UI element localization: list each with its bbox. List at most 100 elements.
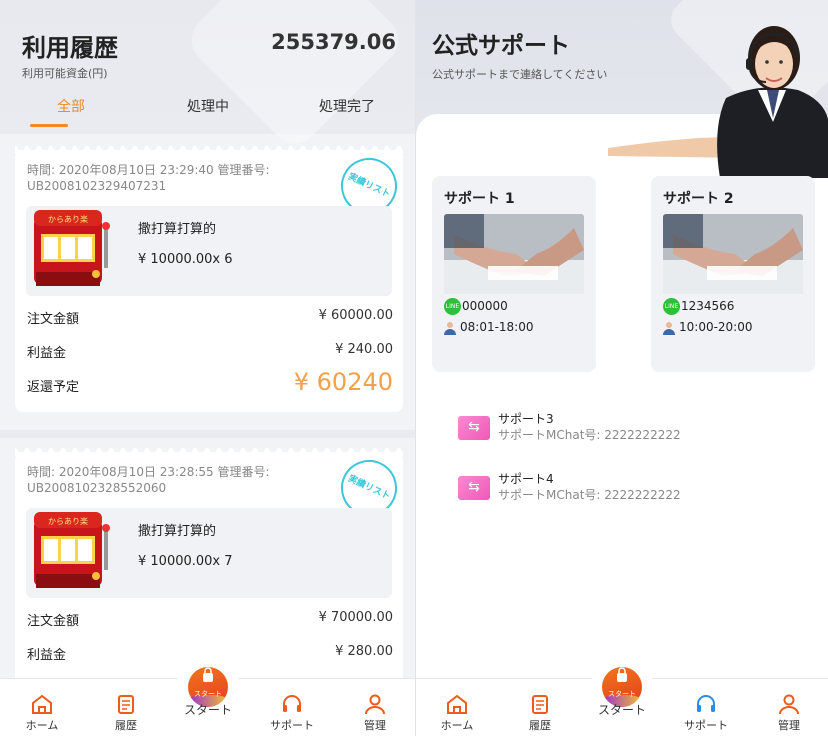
nav-support[interactable]: サポート <box>666 687 746 733</box>
nav-home-label: ホーム <box>25 719 59 732</box>
card-separator <box>0 430 415 438</box>
order-meta: 時間: 2020年08月10日 23:28:55 管理番号: UB2008102… <box>27 464 277 496</box>
order-amount-row: 注文金額 ¥ 70000.00 <box>27 610 393 629</box>
mchat-support-item[interactable]: ⇆ サポート4 サポートMChat号: 2222222222 <box>458 468 788 508</box>
nav-history[interactable]: 履歴 <box>500 687 580 733</box>
nav-support-label: サポート <box>270 719 314 732</box>
nav-home[interactable]: ホーム <box>417 687 497 733</box>
history-tabs: 全部 処理中 処理完了 <box>0 96 415 132</box>
return-row: 返還予定 ¥ 60240 <box>27 368 393 396</box>
person-icon <box>444 321 456 335</box>
order-id: UB2008102329407231 <box>27 179 167 193</box>
nav-home-label: ホーム <box>440 719 474 732</box>
mchat-icon: ⇆ <box>458 476 490 500</box>
person-icon <box>663 321 675 335</box>
order-time: 2020年08月10日 23:28:55 <box>58 465 214 479</box>
mchat-support-item[interactable]: ⇆ サポート3 サポートMChat号: 2222222222 <box>458 408 788 448</box>
history-header: 利用履歴 利用可能資金(円) 255379.06 全部 処理中 処理完了 <box>0 0 415 154</box>
support-card[interactable]: サポート 2 LINE 1234566 10:00-20:00 <box>651 176 815 372</box>
line-id-row: LINE 1234566 <box>663 298 734 315</box>
home-icon <box>32 694 52 714</box>
mchat-icon: ⇆ <box>458 416 490 440</box>
order-meta: 時間: 2020年08月10日 23:29:40 管理番号: UB2008102… <box>27 162 277 194</box>
tab-completed[interactable]: 処理完了 <box>319 96 375 116</box>
nav-manage-label: 管理 <box>778 719 800 732</box>
mchat-detail: サポートMChat号: 2222222222 <box>498 428 681 442</box>
product-box: からあり楽 撒打算打算的 ¥ 10000.00x 7 <box>26 508 392 598</box>
stamp-text: 実績リスト <box>346 171 392 201</box>
tab-all[interactable]: 全部 <box>57 96 85 116</box>
row-label: 利益金 <box>27 648 67 663</box>
swap-icon: ⇆ <box>468 479 480 495</box>
bottom-nav: ホーム 履歴 スタート スタート サポート 管理 <box>0 657 415 736</box>
order-id-label: 管理番号: <box>217 465 270 479</box>
line-icon: LINE <box>663 298 680 315</box>
headset-icon <box>283 695 301 712</box>
mchat-detail: サポートMChat号: 2222222222 <box>498 488 681 502</box>
stamp-text: 実績リスト <box>346 473 392 503</box>
mchat-name: サポート3 <box>498 412 554 426</box>
nav-manage-label: 管理 <box>364 719 386 732</box>
slot-machine-image: からあり楽 <box>34 512 110 588</box>
order-card[interactable]: 時間: 2020年08月10日 23:29:40 管理番号: UB2008102… <box>15 146 407 412</box>
headset-icon <box>697 695 715 712</box>
nav-support[interactable]: サポート <box>252 687 332 733</box>
hours-row: 10:00-20:00 <box>663 320 753 335</box>
history-panel: 利用履歴 利用可能資金(円) 255379.06 全部 処理中 処理完了 時間:… <box>0 0 415 736</box>
nav-start[interactable]: スタート スタート <box>590 657 654 721</box>
balance-caption: 利用可能資金(円) <box>22 67 108 80</box>
product-name: 撒打算打算的 <box>138 222 217 237</box>
order-amount-row: 注文金額 ¥ 60000.00 <box>27 308 393 327</box>
swap-icon: ⇆ <box>468 419 480 435</box>
handshake-photo <box>444 214 584 294</box>
support-hours: 10:00-20:00 <box>679 320 753 334</box>
time-label: 時間: <box>27 163 56 177</box>
row-value: ¥ 280.00 <box>335 644 393 659</box>
row-value: ¥ 240.00 <box>335 342 393 357</box>
page-title: 公式サポート <box>432 33 570 59</box>
order-card[interactable]: 時間: 2020年08月10日 23:28:55 管理番号: UB2008102… <box>15 448 407 692</box>
tab-processing[interactable]: 処理中 <box>187 96 229 116</box>
row-label: 利益金 <box>27 346 67 361</box>
home-icon <box>447 694 467 714</box>
row-value: ¥ 70000.00 <box>318 610 393 625</box>
user-icon <box>779 694 799 715</box>
document-icon <box>118 695 134 714</box>
user-icon <box>365 694 385 715</box>
nav-support-label: サポート <box>684 719 728 732</box>
nav-history-label: 履歴 <box>529 719 551 732</box>
nav-start[interactable]: スタート スタート <box>176 657 240 721</box>
support-card[interactable]: サポート 1 LINE 000000 08:01-18:00 <box>432 176 596 372</box>
product-price: ¥ 10000.00x 6 <box>138 252 233 267</box>
support-card-title: サポート 1 <box>444 191 515 207</box>
profit-row: 利益金 ¥ 240.00 <box>27 342 393 361</box>
support-caption: 公式サポートまで連絡してください <box>432 68 608 81</box>
nav-history[interactable]: 履歴 <box>86 687 166 733</box>
lock-bag-icon <box>203 667 213 682</box>
row-label: 注文金額 <box>27 614 80 629</box>
line-id[interactable]: 1234566 <box>681 299 734 313</box>
start-badge-text: スタート <box>194 690 222 698</box>
time-label: 時間: <box>27 465 56 479</box>
nav-manage[interactable]: 管理 <box>335 687 415 733</box>
return-amount: ¥ 60240 <box>293 368 393 396</box>
order-id-label: 管理番号: <box>217 163 270 177</box>
page-title: 利用履歴 <box>22 34 118 62</box>
nav-manage[interactable]: 管理 <box>749 687 828 733</box>
nav-start-label: スタート <box>597 703 646 717</box>
line-icon: LINE <box>444 298 461 315</box>
support-card-title: サポート 2 <box>663 191 734 207</box>
active-tab-indicator <box>30 124 68 127</box>
card-edge <box>15 448 403 456</box>
order-time: 2020年08月10日 23:29:40 <box>58 163 214 177</box>
mchat-name: サポート4 <box>498 472 554 486</box>
lock-bag-icon <box>617 667 627 682</box>
row-label: 注文金額 <box>27 312 80 327</box>
line-id[interactable]: 000000 <box>462 299 508 313</box>
nav-home[interactable]: ホーム <box>2 687 82 733</box>
line-id-row: LINE 000000 <box>444 298 508 315</box>
bottom-nav: ホーム 履歴 スタート スタート サポート 管理 <box>416 657 828 736</box>
row-value: ¥ 60000.00 <box>318 308 393 323</box>
available-balance: 255379.06 <box>271 30 396 54</box>
support-agent-image <box>608 26 828 178</box>
